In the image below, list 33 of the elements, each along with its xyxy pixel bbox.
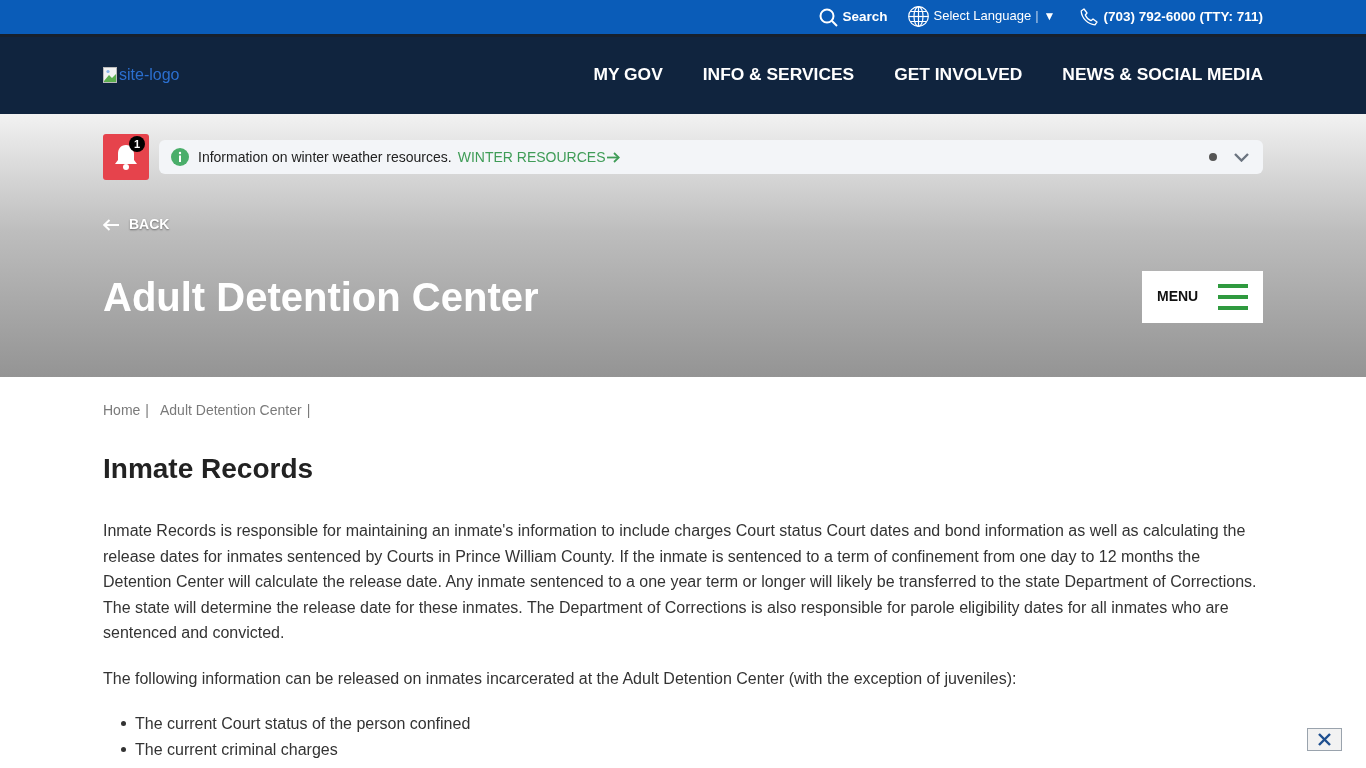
alert-message: Information on winter weather resources. [198, 147, 452, 167]
nav-link[interactable]: NEWS & SOCIAL MEDIA [1062, 60, 1263, 88]
search-icon [818, 7, 838, 27]
broken-image-icon [103, 66, 119, 83]
page-title: Adult Detention Center [103, 276, 539, 317]
bullet-icon [121, 721, 126, 727]
bullet-icon [121, 746, 126, 752]
breadcrumb-separator: | [145, 401, 149, 420]
language-select[interactable]: Select Language | ▼ [907, 5, 1056, 27]
list-item-text: The current criminal charges [135, 739, 338, 760]
body-paragraph: Inmate Records is responsible for maintaining an inmate's information to include charges Court status Court dates and bond information as well as calculating the release dates for inmates sentenced by Courts in Prince William County. If the inmate is sentenced to a term of confinement from one day to 12 months the Detention Center will calculate the release date. Any inmate sentenced to a one year term or longer will likely be transferred to the state Department of Corrections. The state will determine the release date for these inmates. The Department of Corrections is also responsible for parole eligibility dates for all inmates who are sentenced and convicted. [103, 521, 1258, 643]
arrow-right-icon [607, 151, 621, 163]
breadcrumb-separator: | [306, 401, 311, 420]
globe-icon [907, 5, 929, 27]
close-button[interactable] [1307, 728, 1342, 751]
nav-link[interactable]: MY GOV [593, 60, 663, 88]
body-paragraph: The following information can be released on inmates incarcerated at the Adult Detention Center (with the exception of juveniles): [103, 668, 1018, 689]
info-icon [171, 148, 189, 166]
chevron-down-icon [1233, 152, 1249, 162]
search-link[interactable]: Search [818, 6, 888, 28]
list-item-text: The current Court status of the person confined [135, 714, 471, 734]
bell-icon[interactable] [103, 134, 149, 180]
hamburger-icon [1218, 283, 1249, 310]
phone-icon [1080, 8, 1099, 26]
menu-button[interactable]: MENU [1142, 270, 1263, 323]
nav-link[interactable]: GET INVOLVED [894, 60, 1023, 88]
breadcrumb-link[interactable]: Adult Detention Center [160, 400, 302, 421]
nav-link[interactable]: INFO & SERVICES [702, 60, 855, 88]
breadcrumb-link[interactable]: Home [103, 400, 141, 421]
phone-link[interactable]: (703) 792-6000 (TTY: 711) [1080, 6, 1263, 28]
close-icon [1318, 733, 1331, 746]
section-heading: Inmate Records [103, 455, 315, 483]
arrow-left-icon [103, 218, 119, 231]
